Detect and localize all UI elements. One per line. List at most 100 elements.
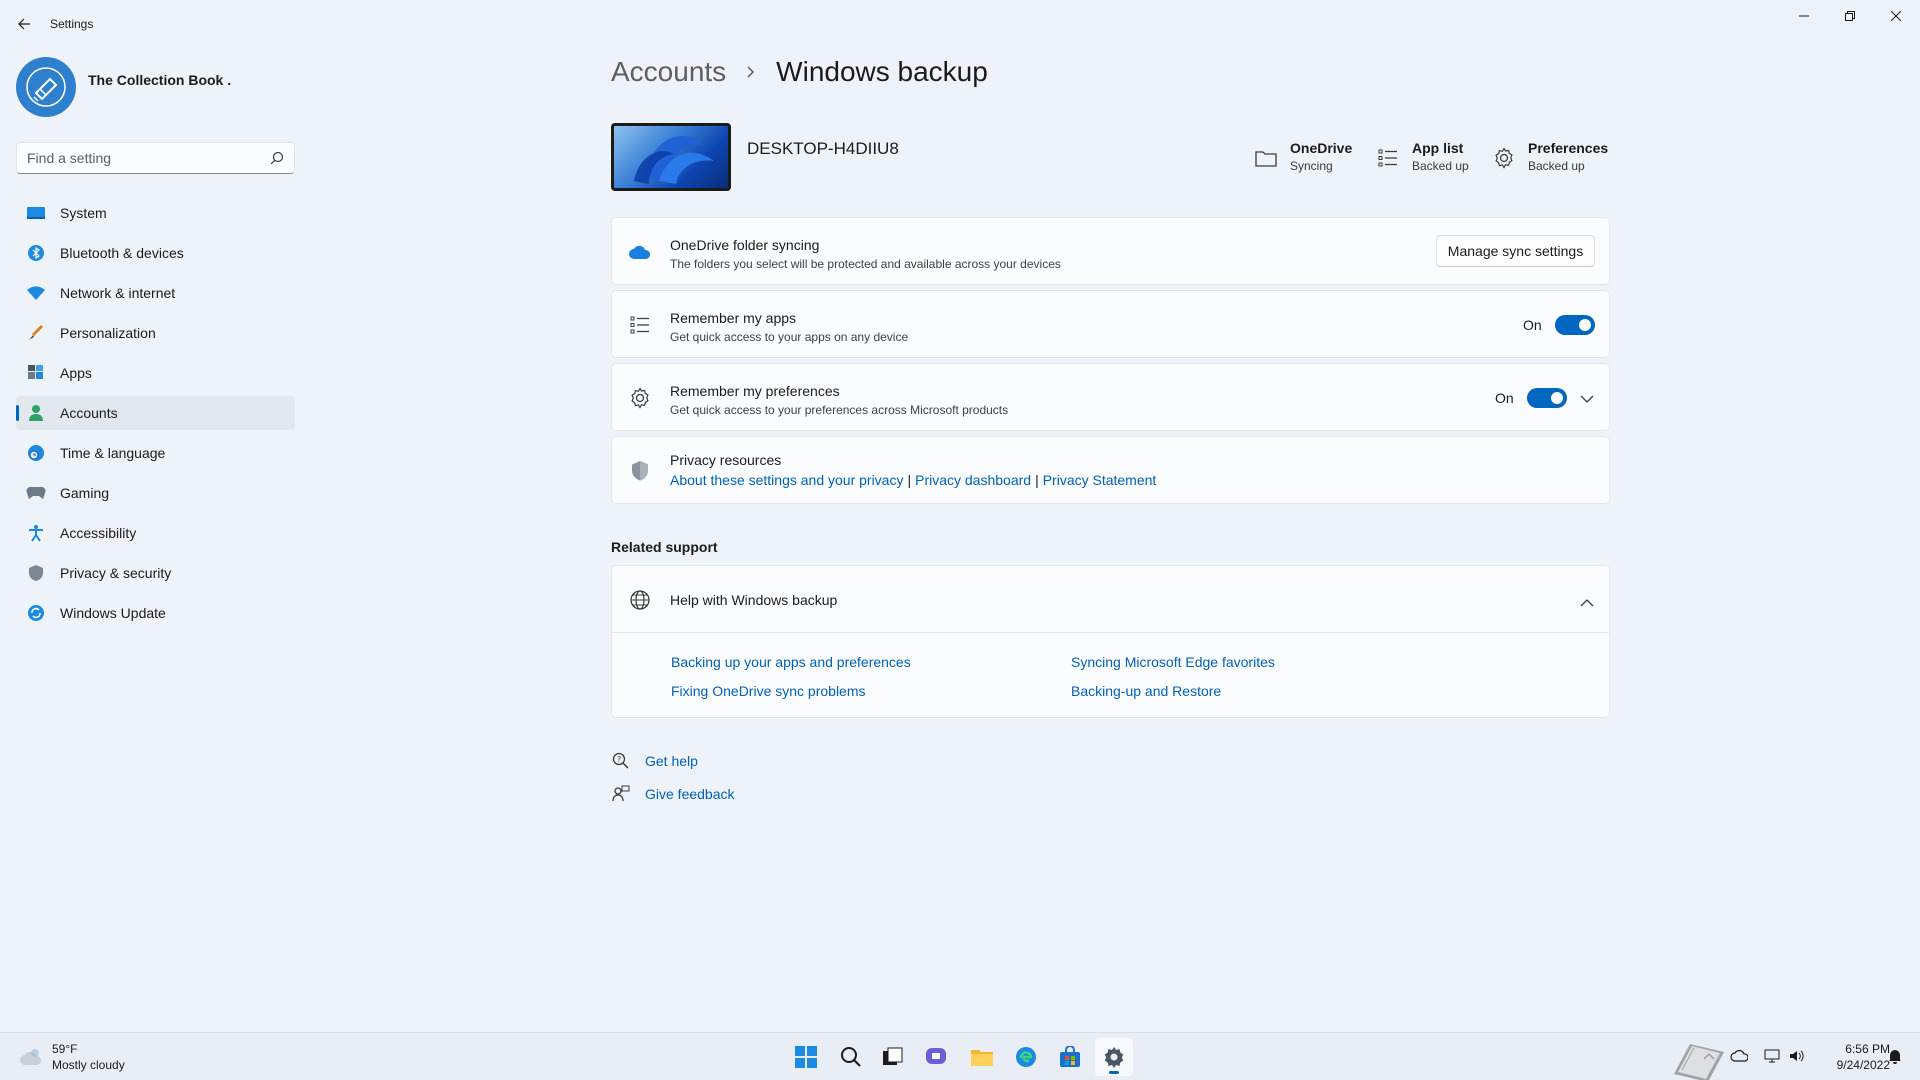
close-button[interactable] [1876,6,1916,26]
manage-sync-settings-button[interactable]: Manage sync settings [1436,235,1595,267]
network-tray-icon[interactable] [1763,1047,1781,1065]
notification-bell-icon[interactable] [1886,1047,1904,1065]
update-icon [26,603,46,623]
breadcrumb-parent[interactable]: Accounts [611,56,726,88]
volume-tray-icon[interactable] [1788,1047,1806,1065]
taskbar-search-button[interactable] [832,1038,870,1076]
book-logo-icon [26,67,66,107]
card-title: Remember my apps [670,310,797,326]
avatar[interactable] [16,57,76,117]
clock-time: 6:56 PM [1845,1042,1890,1056]
onedrive-tray-icon[interactable] [1730,1047,1748,1065]
status-title: Preferences [1528,140,1609,156]
search-icon [841,1047,861,1067]
card-title: Help with Windows backup [670,592,838,608]
remember-preferences-card[interactable]: Remember my preferences Get quick access… [611,363,1610,431]
help-link-syncing-edge[interactable]: Syncing Microsoft Edge favorites [1071,654,1275,670]
close-icon [1891,11,1901,21]
list-icon [1376,146,1400,170]
related-support-heading: Related support [611,539,718,555]
store-button[interactable] [1051,1038,1089,1076]
give-feedback-row: Give feedback [611,784,735,804]
sidebar-item-personalization[interactable]: Personalization [16,316,295,350]
minimize-button[interactable] [1784,6,1824,26]
search-box[interactable] [16,142,295,174]
sidebar-item-label: System [60,205,107,221]
privacy-statement-link[interactable]: Privacy Statement [1043,472,1157,488]
privacy-dashboard-link[interactable]: Privacy dashboard [915,472,1031,488]
sidebar-item-time-language[interactable]: Time & language [16,436,295,470]
status-app-list: App list Backed up [1376,140,1469,173]
help-link-fixing-onedrive[interactable]: Fixing OneDrive sync problems [671,683,866,699]
sidebar-item-label: Network & internet [60,285,176,301]
restore-button[interactable] [1830,6,1870,26]
wifi-icon [26,283,46,303]
sidebar-item-label: Accounts [60,405,118,421]
chevron-right-icon [746,65,756,79]
sidebar-item-label: Gaming [60,485,110,501]
help-windows-backup-card: Help with Windows backup Backing up your… [611,565,1610,718]
sidebar-item-accounts[interactable]: Accounts [16,396,295,430]
teams-chat-button[interactable] [918,1038,956,1076]
weather-widget[interactable]: 59°F Mostly cloudy [18,1041,125,1073]
profile-name: The Collection Book . [88,72,232,88]
edge-button[interactable] [1007,1038,1045,1076]
sidebar-item-bluetooth[interactable]: Bluetooth & devices [16,236,295,270]
search-input[interactable] [27,150,270,166]
gear-icon [1104,1047,1124,1068]
help-link-backup-restore[interactable]: Backing-up and Restore [1071,683,1221,699]
privacy-resources-card: Privacy resources About these settings a… [611,436,1610,504]
sidebar-item-system[interactable]: System [16,196,295,230]
sidebar-item-gaming[interactable]: Gaming [16,476,295,510]
title-bar: Settings [0,0,1920,48]
apps-icon [26,363,46,383]
settings-app-button[interactable] [1095,1038,1133,1076]
privacy-links: About these settings and your privacy | … [670,472,1156,488]
globe-icon [628,588,652,612]
system-clock[interactable]: 6:56 PM 9/24/2022 [1810,1041,1890,1073]
link-separator: | [1035,472,1039,488]
brush-icon [26,323,46,343]
sidebar-item-apps[interactable]: Apps [16,356,295,390]
sidebar-item-windows-update[interactable]: Windows Update [16,596,295,630]
sidebar-item-label: Bluetooth & devices [60,245,184,261]
restore-icon [1845,11,1855,21]
chevron-up-icon[interactable] [1700,1047,1718,1065]
help-link-backing-up-apps[interactable]: Backing up your apps and preferences [671,654,911,670]
task-view-button[interactable] [874,1038,912,1076]
remember-apps-card: Remember my apps Get quick access to you… [611,290,1610,358]
sidebar-item-label: Privacy & security [60,565,172,581]
cloudy-weather-icon [20,1049,42,1065]
chevron-up-icon[interactable] [1580,595,1594,613]
sidebar-item-accessibility[interactable]: Accessibility [16,516,295,550]
give-feedback-link[interactable]: Give feedback [645,786,735,802]
sidebar-item-privacy[interactable]: Privacy & security [16,556,295,590]
card-desc: Get quick access to your apps on any dev… [670,330,909,344]
status-preferences: Preferences Backed up [1492,140,1608,173]
help-expander-header[interactable]: Help with Windows backup [612,566,1609,633]
chevron-down-icon[interactable] [1580,391,1594,409]
gear-icon [628,386,652,410]
gear-icon [1492,146,1516,170]
card-title: Privacy resources [670,452,782,468]
globe-clock-icon [26,443,46,463]
sidebar-item-network[interactable]: Network & internet [16,276,295,310]
start-button[interactable] [787,1038,825,1076]
folder-icon [971,1050,993,1066]
search-icon[interactable] [270,151,284,165]
remember-preferences-toggle[interactable] [1527,388,1567,408]
remember-apps-toggle[interactable] [1555,315,1595,335]
person-icon [26,403,46,423]
feedback-icon [611,784,631,804]
status-sub: Syncing [1290,159,1333,173]
app-title: Settings [50,17,94,31]
windows-logo-icon [795,1046,817,1068]
list-icon [628,313,652,337]
get-help-link[interactable]: Get help [645,753,698,769]
back-button[interactable] [14,14,34,34]
toggle-state-label: On [1523,317,1542,333]
status-sub: Backed up [1412,159,1469,173]
about-settings-privacy-link[interactable]: About these settings and your privacy [670,472,903,488]
file-explorer-button[interactable] [963,1038,1001,1076]
taskbar: 59°F Mostly cloudy 6:56 PM 9/24/2022 [0,1032,1920,1080]
